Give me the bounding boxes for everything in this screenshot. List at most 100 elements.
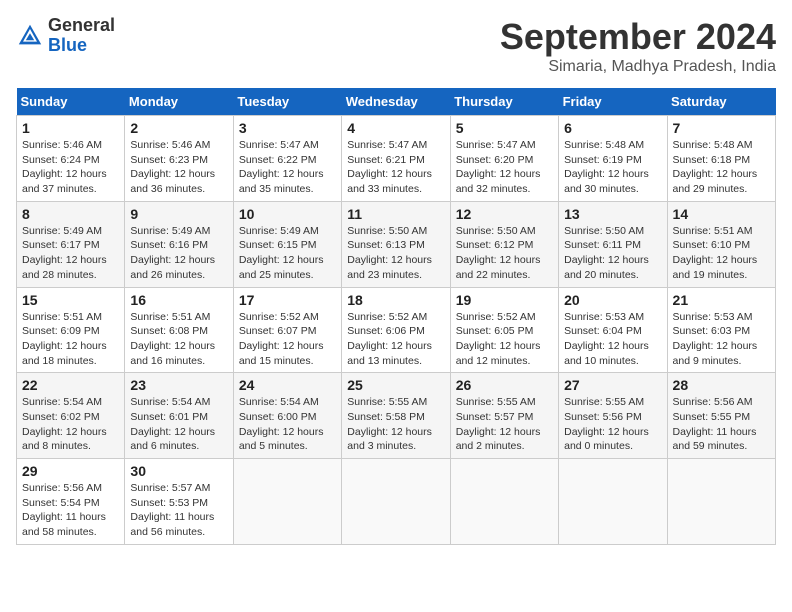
calendar-day-cell: 20 Sunrise: 5:53 AM Sunset: 6:04 PM Dayli…: [559, 287, 667, 373]
weekday-header: Thursday: [450, 88, 558, 116]
day-number: 19: [456, 292, 553, 308]
calendar-day-cell: 30 Sunrise: 5:57 AM Sunset: 5:53 PM Dayli…: [125, 459, 233, 545]
calendar-day-cell: 21 Sunrise: 5:53 AM Sunset: 6:03 PM Dayli…: [667, 287, 775, 373]
day-info: Sunrise: 5:48 AM Sunset: 6:18 PM Dayligh…: [673, 138, 770, 197]
day-info: Sunrise: 5:51 AM Sunset: 6:08 PM Dayligh…: [130, 310, 227, 369]
day-number: 21: [673, 292, 770, 308]
day-number: 30: [130, 463, 227, 479]
day-info: Sunrise: 5:47 AM Sunset: 6:21 PM Dayligh…: [347, 138, 444, 197]
logo: General Blue: [16, 16, 115, 56]
day-info: Sunrise: 5:50 AM Sunset: 6:11 PM Dayligh…: [564, 224, 661, 283]
day-info: Sunrise: 5:55 AM Sunset: 5:58 PM Dayligh…: [347, 395, 444, 454]
logo-blue-text: Blue: [48, 36, 115, 56]
calendar-day-cell: 22Sunrise: 5:54 AM Sunset: 6:02 PM Dayli…: [17, 373, 125, 459]
calendar-day-cell: 18 Sunrise: 5:52 AM Sunset: 6:06 PM Dayli…: [342, 287, 450, 373]
calendar-day-cell: 25 Sunrise: 5:55 AM Sunset: 5:58 PM Dayli…: [342, 373, 450, 459]
day-number: 23: [130, 377, 227, 393]
calendar-week-row: 8 Sunrise: 5:49 AM Sunset: 6:17 PM Daylig…: [17, 201, 776, 287]
calendar-day-cell: 12 Sunrise: 5:50 AM Sunset: 6:12 PM Dayli…: [450, 201, 558, 287]
day-info: Sunrise: 5:51 AM Sunset: 6:10 PM Dayligh…: [673, 224, 770, 283]
calendar-day-cell: 17Sunrise: 5:52 AM Sunset: 6:07 PM Dayli…: [233, 287, 341, 373]
calendar-day-cell: 5 Sunrise: 5:47 AM Sunset: 6:20 PM Daylig…: [450, 116, 558, 202]
calendar-day-cell: 23 Sunrise: 5:54 AM Sunset: 6:01 PM Dayli…: [125, 373, 233, 459]
day-info: Sunrise: 5:54 AM Sunset: 6:01 PM Dayligh…: [130, 395, 227, 454]
day-number: 6: [564, 120, 661, 136]
day-info: Sunrise: 5:56 AM Sunset: 5:54 PM Dayligh…: [22, 481, 119, 540]
calendar-day-cell: [233, 459, 341, 545]
day-info: Sunrise: 5:53 AM Sunset: 6:03 PM Dayligh…: [673, 310, 770, 369]
calendar-day-cell: 28 Sunrise: 5:56 AM Sunset: 5:55 PM Dayli…: [667, 373, 775, 459]
calendar-day-cell: 10 Sunrise: 5:49 AM Sunset: 6:15 PM Dayli…: [233, 201, 341, 287]
day-number: 9: [130, 206, 227, 222]
day-info: Sunrise: 5:54 AM Sunset: 6:00 PM Dayligh…: [239, 395, 336, 454]
calendar-day-cell: 16Sunrise: 5:51 AM Sunset: 6:08 PM Dayli…: [125, 287, 233, 373]
calendar-day-cell: 15 Sunrise: 5:51 AM Sunset: 6:09 PM Dayli…: [17, 287, 125, 373]
calendar-day-cell: 11Sunrise: 5:50 AM Sunset: 6:13 PM Dayli…: [342, 201, 450, 287]
weekday-header: Saturday: [667, 88, 775, 116]
day-number: 20: [564, 292, 661, 308]
day-info: Sunrise: 5:51 AM Sunset: 6:09 PM Dayligh…: [22, 310, 119, 369]
calendar-day-cell: [342, 459, 450, 545]
day-info: Sunrise: 5:52 AM Sunset: 6:05 PM Dayligh…: [456, 310, 553, 369]
day-info: Sunrise: 5:55 AM Sunset: 5:56 PM Dayligh…: [564, 395, 661, 454]
weekday-header: Tuesday: [233, 88, 341, 116]
calendar-day-cell: 13 Sunrise: 5:50 AM Sunset: 6:11 PM Dayli…: [559, 201, 667, 287]
weekday-header-row: SundayMondayTuesdayWednesdayThursdayFrid…: [17, 88, 776, 116]
weekday-header: Wednesday: [342, 88, 450, 116]
calendar-day-cell: 7 Sunrise: 5:48 AM Sunset: 6:18 PM Daylig…: [667, 116, 775, 202]
day-number: 15: [22, 292, 119, 308]
weekday-header: Monday: [125, 88, 233, 116]
day-info: Sunrise: 5:55 AM Sunset: 5:57 PM Dayligh…: [456, 395, 553, 454]
month-title: September 2024: [500, 16, 776, 58]
location-title: Simaria, Madhya Pradesh, India: [500, 58, 776, 76]
calendar-week-row: 29Sunrise: 5:56 AM Sunset: 5:54 PM Dayli…: [17, 459, 776, 545]
day-info: Sunrise: 5:56 AM Sunset: 5:55 PM Dayligh…: [673, 395, 770, 454]
calendar-day-cell: 29Sunrise: 5:56 AM Sunset: 5:54 PM Dayli…: [17, 459, 125, 545]
calendar-day-cell: 26 Sunrise: 5:55 AM Sunset: 5:57 PM Dayli…: [450, 373, 558, 459]
page-header: General Blue September 2024 Simaria, Mad…: [16, 16, 776, 76]
calendar-day-cell: [667, 459, 775, 545]
day-number: 7: [673, 120, 770, 136]
day-info: Sunrise: 5:48 AM Sunset: 6:19 PM Dayligh…: [564, 138, 661, 197]
calendar-week-row: 1 Sunrise: 5:46 AM Sunset: 6:24 PM Daylig…: [17, 116, 776, 202]
day-info: Sunrise: 5:49 AM Sunset: 6:16 PM Dayligh…: [130, 224, 227, 283]
day-info: Sunrise: 5:49 AM Sunset: 6:17 PM Dayligh…: [22, 224, 119, 283]
day-number: 18: [347, 292, 444, 308]
day-number: 10: [239, 206, 336, 222]
calendar-table: SundayMondayTuesdayWednesdayThursdayFrid…: [16, 88, 776, 545]
calendar-day-cell: 8 Sunrise: 5:49 AM Sunset: 6:17 PM Daylig…: [17, 201, 125, 287]
day-number: 26: [456, 377, 553, 393]
day-number: 12: [456, 206, 553, 222]
day-number: 14: [673, 206, 770, 222]
calendar-day-cell: 1 Sunrise: 5:46 AM Sunset: 6:24 PM Daylig…: [17, 116, 125, 202]
day-number: 8: [22, 206, 119, 222]
day-number: 17: [239, 292, 336, 308]
weekday-header: Friday: [559, 88, 667, 116]
day-info: Sunrise: 5:46 AM Sunset: 6:23 PM Dayligh…: [130, 138, 227, 197]
calendar-day-cell: 19 Sunrise: 5:52 AM Sunset: 6:05 PM Dayli…: [450, 287, 558, 373]
day-number: 25: [347, 377, 444, 393]
day-number: 3: [239, 120, 336, 136]
day-number: 5: [456, 120, 553, 136]
calendar-day-cell: 27 Sunrise: 5:55 AM Sunset: 5:56 PM Dayli…: [559, 373, 667, 459]
calendar-day-cell: 2Sunrise: 5:46 AM Sunset: 6:23 PM Daylig…: [125, 116, 233, 202]
day-number: 13: [564, 206, 661, 222]
calendar-week-row: 15 Sunrise: 5:51 AM Sunset: 6:09 PM Dayli…: [17, 287, 776, 373]
calendar-day-cell: 14 Sunrise: 5:51 AM Sunset: 6:10 PM Dayli…: [667, 201, 775, 287]
calendar-day-cell: 24Sunrise: 5:54 AM Sunset: 6:00 PM Dayli…: [233, 373, 341, 459]
day-info: Sunrise: 5:50 AM Sunset: 6:12 PM Dayligh…: [456, 224, 553, 283]
day-info: Sunrise: 5:46 AM Sunset: 6:24 PM Dayligh…: [22, 138, 119, 197]
day-number: 1: [22, 120, 119, 136]
calendar-day-cell: [559, 459, 667, 545]
day-info: Sunrise: 5:52 AM Sunset: 6:06 PM Dayligh…: [347, 310, 444, 369]
day-number: 27: [564, 377, 661, 393]
title-block: September 2024 Simaria, Madhya Pradesh, …: [500, 16, 776, 76]
day-number: 28: [673, 377, 770, 393]
calendar-day-cell: 3Sunrise: 5:47 AM Sunset: 6:22 PM Daylig…: [233, 116, 341, 202]
day-info: Sunrise: 5:49 AM Sunset: 6:15 PM Dayligh…: [239, 224, 336, 283]
day-info: Sunrise: 5:47 AM Sunset: 6:20 PM Dayligh…: [456, 138, 553, 197]
day-info: Sunrise: 5:53 AM Sunset: 6:04 PM Dayligh…: [564, 310, 661, 369]
calendar-day-cell: 4Sunrise: 5:47 AM Sunset: 6:21 PM Daylig…: [342, 116, 450, 202]
day-info: Sunrise: 5:57 AM Sunset: 5:53 PM Dayligh…: [130, 481, 227, 540]
weekday-header: Sunday: [17, 88, 125, 116]
